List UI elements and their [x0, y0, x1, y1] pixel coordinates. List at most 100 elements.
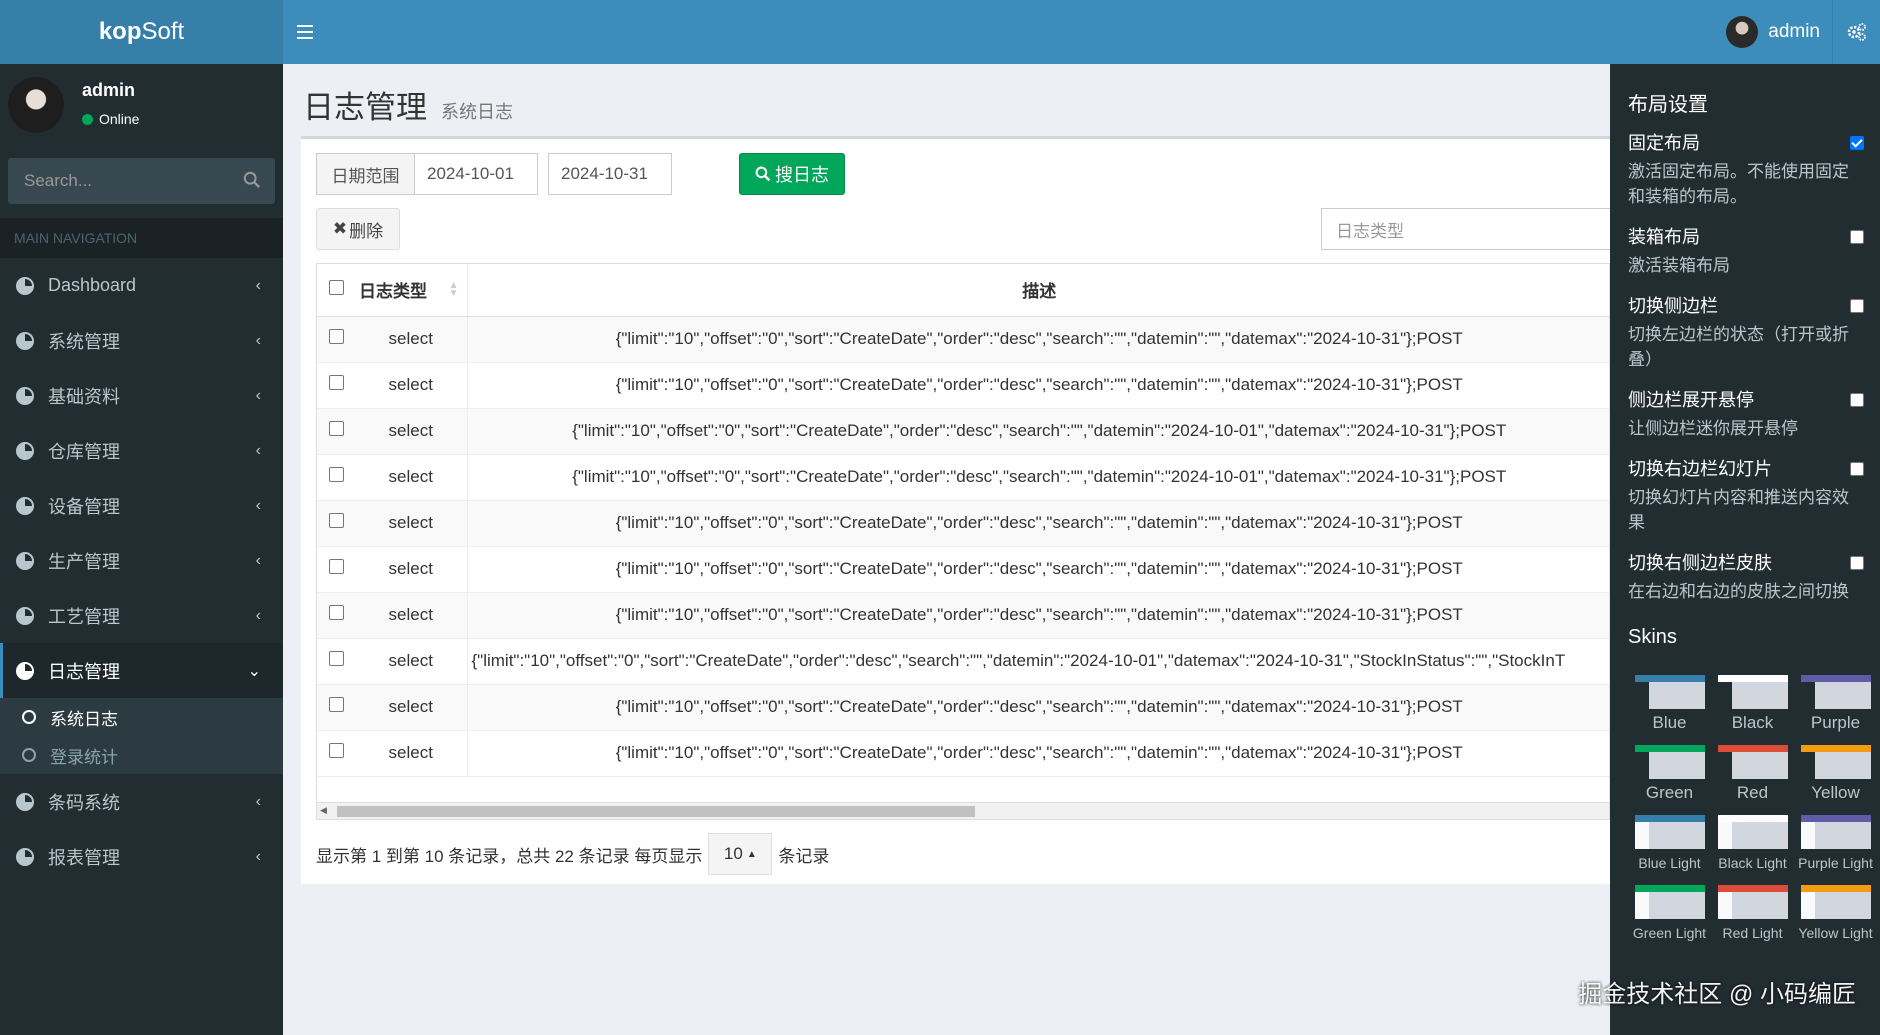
submenu-item-label: 登录统计	[50, 747, 118, 767]
option-checkbox[interactable]	[1850, 462, 1864, 476]
select-all-checkbox[interactable]	[328, 279, 344, 295]
skin-option[interactable]: Yellow	[1794, 745, 1877, 803]
row-checkbox[interactable]	[328, 375, 344, 390]
sidebar-item-label: 生产管理	[48, 551, 120, 572]
sidebar-item-system[interactable]: 系统管理 ‹	[0, 313, 283, 368]
pie-chart-icon	[16, 792, 34, 811]
row-checkbox[interactable]	[328, 697, 344, 712]
row-checkbox[interactable]	[328, 467, 344, 482]
pie-chart-icon	[16, 606, 34, 625]
option-title: 侧边栏展开悬停	[1628, 390, 1754, 410]
submenu-item-system-log[interactable]: 系统日志	[0, 698, 283, 736]
layout-option: 切换右边栏幻灯片 切换幻灯片内容和推送内容效果	[1628, 457, 1864, 535]
option-checkbox[interactable]	[1850, 393, 1864, 407]
user-menu[interactable]: admin	[1726, 0, 1820, 64]
sidebar-item-equipment[interactable]: 设备管理 ‹	[0, 478, 283, 533]
logo-bold: kop	[98, 18, 142, 45]
search-icon[interactable]	[243, 171, 261, 189]
content-header: 日志管理 系统日志	[303, 82, 513, 127]
skin-option[interactable]: Green Light	[1628, 885, 1711, 943]
row-checkbox[interactable]	[328, 559, 344, 574]
skin-option[interactable]: Purple	[1794, 675, 1877, 733]
table-row[interactable]: select {"limit":"10","offset":"0","sort":…	[317, 638, 1609, 685]
page-size-select[interactable]: 10 ▲	[708, 833, 773, 875]
row-checkbox[interactable]	[328, 421, 344, 436]
description-cell: {"limit":"10","offset":"0","sort":"Creat…	[467, 684, 1609, 731]
table-row[interactable]: select {"limit":"10","offset":"0","sort":…	[317, 362, 1609, 409]
skin-option[interactable]: Red Light	[1711, 885, 1794, 943]
sidebar-item-logs[interactable]: 日志管理 ⌄	[0, 643, 283, 698]
sidebar-item-reports[interactable]: 报表管理 ‹	[0, 829, 283, 884]
scrollbar-thumb[interactable]	[337, 806, 975, 817]
gears-icon[interactable]	[1832, 0, 1880, 64]
table-row[interactable]: select {"limit":"10","offset":"0","sort":…	[317, 592, 1609, 639]
app-logo[interactable]: kop Soft	[0, 0, 283, 64]
close-icon: ✖	[332, 219, 348, 238]
row-checkbox[interactable]	[328, 743, 344, 758]
skin-option[interactable]: Black	[1711, 675, 1794, 733]
row-checkbox[interactable]	[328, 605, 344, 620]
logs-submenu: 系统日志 登录统计	[0, 698, 283, 774]
sidebar-menu: Dashboard ‹ 系统管理 ‹ 基础资料 ‹ 仓库管理 ‹ 设备管理 ‹ 生产管理 ‹…	[0, 258, 283, 698]
row-select-cell	[317, 730, 355, 777]
option-checkbox[interactable]	[1850, 299, 1864, 313]
skin-label: Black	[1731, 713, 1774, 732]
sidebar-menu-rest: 条码系统 ‹ 报表管理 ‹	[0, 774, 283, 884]
log-box: 日期范围 2024-10-01 2024-10-31 搜日志 ✖ 删除 日志类型 …	[301, 136, 1610, 884]
option-checkbox[interactable]	[1850, 136, 1864, 150]
skin-option[interactable]: Black Light	[1711, 815, 1794, 873]
row-checkbox[interactable]	[328, 513, 344, 528]
col-log-type[interactable]: 日志类型 ▲ ▼	[355, 264, 468, 317]
skin-option[interactable]: Purple Light	[1794, 815, 1877, 873]
table-row[interactable]: select {"limit":"10","offset":"0","sort":…	[317, 546, 1609, 593]
option-checkbox[interactable]	[1850, 230, 1864, 244]
row-checkbox[interactable]	[328, 651, 344, 666]
sidebar-item-basic-data[interactable]: 基础资料 ‹	[0, 368, 283, 423]
skin-label: Red	[1736, 783, 1769, 802]
delete-button[interactable]: ✖ 删除	[316, 208, 400, 250]
pie-chart-icon	[16, 496, 34, 515]
select-all-cell	[317, 264, 355, 317]
logo-rest: Soft	[141, 18, 185, 45]
submenu-item-login-stats[interactable]: 登录统计	[0, 736, 283, 774]
skin-option[interactable]: Blue Light	[1628, 815, 1711, 873]
user-name: admin	[1768, 21, 1820, 42]
date-from-field[interactable]: 2024-10-01	[414, 153, 538, 195]
sidebar-item-label: 仓库管理	[48, 441, 120, 462]
skin-option[interactable]: Blue	[1628, 675, 1711, 733]
log-type-select[interactable]: 日志类型	[1321, 208, 1610, 250]
online-dot-icon	[82, 113, 93, 125]
row-select-cell	[317, 592, 355, 639]
control-sidebar: 布局设置 固定布局 激活固定布局。不能使用固定和装箱的布局。 装箱布局 激活装箱布局切…	[1610, 64, 1880, 1035]
table-row[interactable]: select {"limit":"10","offset":"0","sort":…	[317, 454, 1609, 501]
option-checkbox[interactable]	[1850, 556, 1864, 570]
skin-option[interactable]: Yellow Light	[1794, 885, 1877, 943]
sidebar-item-dashboard[interactable]: Dashboard ‹	[0, 258, 283, 313]
sidebar-item-warehouse[interactable]: 仓库管理 ‹	[0, 423, 283, 478]
sidebar-item-production[interactable]: 生产管理 ‹	[0, 533, 283, 588]
scroll-left-icon[interactable]: ◀	[320, 805, 327, 816]
table-row[interactable]: select {"limit":"10","offset":"0","sort":…	[317, 500, 1609, 547]
sidebar-item-process[interactable]: 工艺管理 ‹	[0, 588, 283, 643]
row-checkbox[interactable]	[328, 329, 344, 344]
log-type-cell: select	[355, 316, 468, 363]
date-to-field[interactable]: 2024-10-31	[548, 153, 672, 195]
pie-chart-icon	[16, 551, 34, 570]
horizontal-scrollbar[interactable]: ◀	[316, 803, 1610, 820]
skin-option[interactable]: Green	[1628, 745, 1711, 803]
table-row[interactable]: select {"limit":"10","offset":"0","sort":…	[317, 730, 1609, 777]
search-input[interactable]	[8, 158, 275, 204]
avatar	[1726, 16, 1759, 48]
table-row[interactable]: select {"limit":"10","offset":"0","sort":…	[317, 316, 1609, 363]
table-row[interactable]: select {"limit":"10","offset":"0","sort":…	[317, 684, 1609, 731]
log-type-cell: select	[355, 454, 468, 501]
skin-option[interactable]: Red	[1711, 745, 1794, 803]
search-logs-button[interactable]: 搜日志	[739, 153, 845, 195]
page-title: 日志管理	[303, 90, 427, 125]
sidebar-item-barcode[interactable]: 条码系统 ‹	[0, 774, 283, 829]
circle-icon	[22, 748, 36, 762]
status-online: Online	[82, 111, 139, 127]
table-row[interactable]: select {"limit":"10","offset":"0","sort":…	[317, 408, 1609, 455]
sidebar-toggle-icon[interactable]	[297, 18, 325, 46]
col-description[interactable]: 描述	[467, 264, 1609, 317]
